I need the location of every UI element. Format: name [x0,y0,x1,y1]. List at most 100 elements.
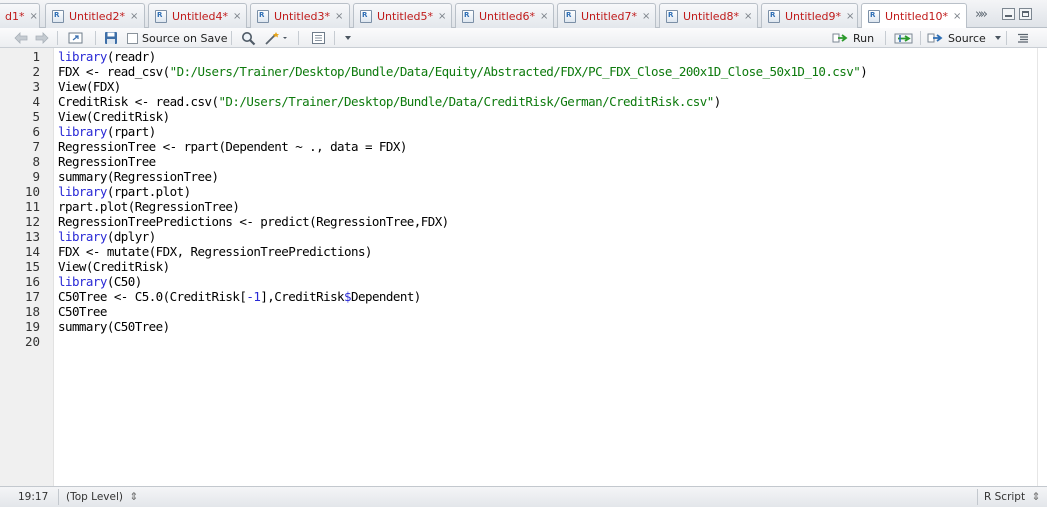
line-number: 4 [32,94,40,109]
source-label: Source [948,31,986,45]
tab-close-icon[interactable]: × [846,11,854,22]
code-token: ) [713,94,722,109]
code-line[interactable]: FDX <- mutate(FDX, RegressionTreePredict… [58,244,372,259]
line-number-gutter: 1 2 3 4 5 6 7 8 9 10 11 12 13 14 15 16 17 18 19 20 [0,48,54,486]
line-number: 9 [32,169,40,184]
tab-close-icon[interactable]: × [744,11,752,22]
scope-selector[interactable]: (Top Level) ⇕ [66,491,138,503]
code-line[interactable]: library(readr) [58,49,156,64]
tab-close-icon[interactable]: × [438,11,446,22]
tab-label: Untitled2* [69,9,126,23]
code-line[interactable]: rpart.plot(RegressionTree) [58,199,240,214]
line-number: 8 [32,154,40,169]
maximize-pane-icon[interactable] [1019,8,1032,20]
tab-d1[interactable]: d1* × [0,3,40,28]
tab-untitled3[interactable]: Untitled3* × [250,3,350,28]
code-line[interactable]: View(FDX) [58,79,121,94]
code-line[interactable]: summary(RegressionTree) [58,169,219,184]
line-number: 14 [24,244,40,259]
code-line[interactable]: FDX <- read_csv("D:/Users/Trainer/Deskto… [58,64,868,79]
source-on-save-checkbox[interactable]: Source on Save [127,30,227,46]
tab-untitled9[interactable]: Untitled9* × [761,3,858,28]
code-token: (readr) [106,49,156,64]
line-number: 11 [24,199,40,214]
code-token: FDX [58,244,86,259]
scope-updown-icon: ⇕ [129,491,139,503]
tab-untitled2[interactable]: Untitled2* × [45,3,145,28]
code-tools-wand-icon[interactable] [264,30,288,46]
tab-untitled6[interactable]: Untitled6* × [455,3,554,28]
file-type-selector[interactable]: R Script ⇕ [984,491,1040,503]
code-token: library [58,49,107,64]
line-number: 2 [32,64,40,79]
tab-label: Untitled3* [274,9,331,23]
code-line[interactable]: View(CreditRisk) [58,259,170,274]
code-line[interactable]: C50Tree <- C5.0(CreditRisk[-1],CreditRis… [58,289,421,304]
r-file-icon [155,9,167,23]
rerun-icon[interactable] [894,30,914,46]
code-token: read_csv( [99,64,170,79]
code-line[interactable]: RegressionTreePredictions <- predict(Reg… [58,214,449,229]
code-token: (rpart.plot) [106,184,191,199]
tab-untitled8[interactable]: Untitled8* × [659,3,758,28]
source-button[interactable]: Source [927,30,1002,46]
checkbox-box[interactable] [127,32,138,44]
compile-report-icon[interactable] [311,30,327,46]
tab-close-icon[interactable]: × [335,11,343,22]
tab-close-icon[interactable]: × [130,11,138,22]
tab-untitled10[interactable]: Untitled10* × [861,3,967,29]
code-line[interactable]: summary(C50Tree) [58,319,170,334]
code-token: RegressionTreePredictions [58,214,240,229]
document-outline-icon[interactable] [1016,30,1030,46]
tab-overflow-icon[interactable]: »» [975,7,988,22]
code-token: C50Tree [58,304,107,319]
code-line[interactable]: View(CreditRisk) [58,109,170,124]
code-line[interactable]: C50Tree [58,304,107,319]
code-line[interactable]: library(C50) [58,274,142,289]
code-token: ) [860,64,868,79]
code-token: View(CreditRisk) [58,259,170,274]
code-editor[interactable]: 1 2 3 4 5 6 7 8 9 10 11 12 13 14 15 16 17 18 19 20 library(… [0,48,1047,486]
source-on-save-label: Source on Save [142,31,228,45]
find-replace-icon[interactable] [241,30,256,46]
tab-label: Untitled9* [785,9,842,23]
forward-arrow-icon[interactable] [35,30,49,46]
tab-close-icon[interactable]: × [29,11,37,22]
save-icon[interactable] [104,30,118,46]
back-arrow-icon[interactable] [14,30,28,46]
code-line[interactable]: library(rpart.plot) [58,184,191,199]
options-dropdown-icon[interactable] [344,30,352,46]
tab-close-icon[interactable]: × [233,11,241,22]
tab-close-icon[interactable]: × [642,11,650,22]
code-line[interactable]: RegressionTree [58,154,156,169]
tab-untitled5[interactable]: Untitled5* × [353,3,452,28]
minimize-pane-icon[interactable] [1002,8,1015,20]
editor-scrollbar[interactable] [1037,48,1047,486]
line-number: 19 [24,319,40,334]
code-token: RegressionTree [58,139,163,154]
code-token: library [58,274,107,289]
tab-untitled4[interactable]: Untitled4* × [148,3,247,28]
code-line[interactable]: library(dplyr) [58,229,156,244]
line-number: 16 [24,274,40,289]
show-in-window-icon[interactable] [67,30,85,46]
code-line[interactable]: library(rpart) [58,124,156,139]
source-arrow-icon [927,33,943,43]
code-token: "D:/Users/Trainer/Desktop/Bundle/Data/Eq… [169,64,861,79]
line-number: 17 [24,289,40,304]
file-type-label: R Script [984,491,1026,503]
code-token: <- [162,139,178,154]
code-token: <- [113,289,129,304]
tab-label: Untitled5* [377,9,434,23]
r-file-icon [666,9,678,23]
code-token: (rpart) [106,124,156,139]
tab-untitled7[interactable]: Untitled7* × [557,3,656,28]
run-button[interactable]: Run [832,30,874,46]
code-line[interactable]: CreditRisk <- read.csv("D:/Users/Trainer… [58,94,721,109]
tab-close-icon[interactable]: × [540,11,548,22]
tab-close-icon[interactable]: × [953,11,961,22]
r-file-icon [564,9,576,23]
code-token: $ [344,289,352,304]
source-dropdown-icon [994,36,1001,40]
code-line[interactable]: RegressionTree <- rpart(Dependent ~ ., d… [58,139,407,154]
